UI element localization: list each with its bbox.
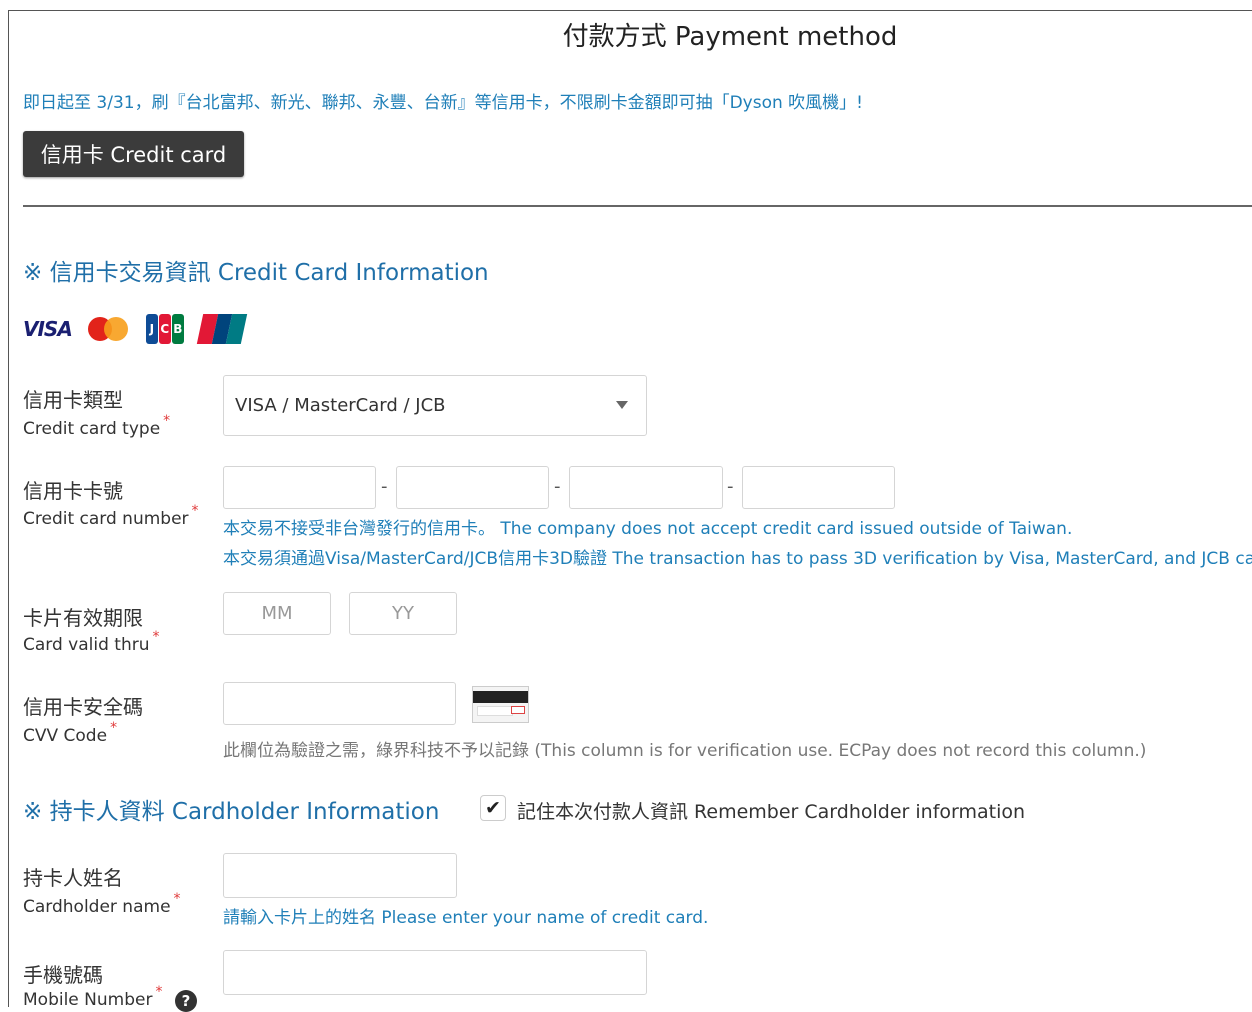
card-number-field-2[interactable] — [396, 466, 549, 509]
card-number-separator: - — [381, 476, 388, 497]
expiry-month-field[interactable]: MM — [223, 592, 331, 635]
mobile-number-field[interactable] — [223, 950, 647, 995]
divider — [23, 205, 1252, 207]
required-mark: * — [173, 891, 181, 907]
card-number-separator: - — [554, 476, 561, 497]
card-type-value: VISA / MasterCard / JCB — [235, 395, 446, 416]
required-mark: * — [152, 629, 160, 645]
jcb-logo: J C B — [145, 314, 184, 344]
card-number-field-3[interactable] — [569, 466, 723, 509]
cardholder-name-field[interactable] — [223, 853, 457, 898]
mobile-label-zh: 手機號碼 — [23, 963, 103, 987]
card-type-select[interactable]: VISA / MasterCard / JCB — [223, 375, 647, 436]
expiry-year-field[interactable]: YY — [349, 592, 457, 635]
visa-logo: VISA — [23, 317, 73, 341]
required-mark: * — [155, 984, 163, 1000]
cvv-note: 此欄位為驗證之需，綠界科技不予以記錄 (This column is for v… — [223, 741, 1147, 761]
credit-card-tab[interactable]: 信用卡 Credit card — [23, 131, 244, 177]
unionpay-logo — [196, 314, 248, 344]
card-type-label-en: Credit card type * — [23, 413, 171, 439]
card-number-field-1[interactable] — [223, 466, 376, 509]
card-number-field-4[interactable] — [742, 466, 895, 509]
mastercard-logo — [87, 316, 130, 342]
credit-section-title: ※ 信用卡交易資訊 Credit Card Information — [23, 260, 489, 286]
valid-thru-label-en: Card valid thru * — [23, 629, 160, 655]
remember-label[interactable]: 記住本次付款人資訊 Remember Cardholder informatio… — [517, 797, 1025, 824]
card-number-label-zh: 信用卡卡號 — [23, 479, 123, 503]
required-mark: * — [163, 413, 171, 429]
cvv-card-back-icon — [472, 686, 529, 723]
promo-banner[interactable]: 即日起至 3/31，刷『台北富邦、新光、聯邦、永豐、台新』等信用卡，不限刷卡金額… — [23, 88, 863, 113]
card-number-separator: - — [727, 476, 734, 497]
holder-name-label-zh: 持卡人姓名 — [23, 866, 123, 890]
chevron-down-icon — [616, 401, 628, 409]
page-title: 付款方式 Payment method — [562, 22, 898, 52]
card-number-help-2: 本交易須通過Visa/MasterCard/JCB信用卡3D驗證 The tra… — [223, 549, 1252, 569]
valid-thru-label-zh: 卡片有效期限 — [23, 606, 143, 630]
card-type-label-zh: 信用卡類型 — [23, 388, 123, 412]
cardholder-name-help: 請輸入卡片上的姓名 Please enter your name of cred… — [223, 908, 709, 928]
cvv-field[interactable] — [223, 682, 456, 725]
card-number-help-1: 本交易不接受非台灣發行的信用卡。 The company does not ac… — [223, 519, 1073, 539]
mobile-label-en: Mobile Number * — [23, 984, 163, 1010]
cvv-label-zh: 信用卡安全碼 — [23, 695, 143, 719]
required-mark: * — [191, 503, 199, 519]
holder-name-label-en: Cardholder name * — [23, 891, 181, 917]
card-logos: VISA J C B — [23, 313, 248, 345]
required-mark: * — [110, 720, 118, 736]
card-number-label-en: Credit card number * — [23, 503, 199, 529]
cardholder-section-title: ※ 持卡人資料 Cardholder Information — [23, 799, 440, 825]
remember-checkbox[interactable]: ✔ — [480, 795, 506, 821]
help-icon[interactable]: ? — [175, 990, 197, 1012]
cvv-label-en: CVV Code * — [23, 720, 118, 746]
